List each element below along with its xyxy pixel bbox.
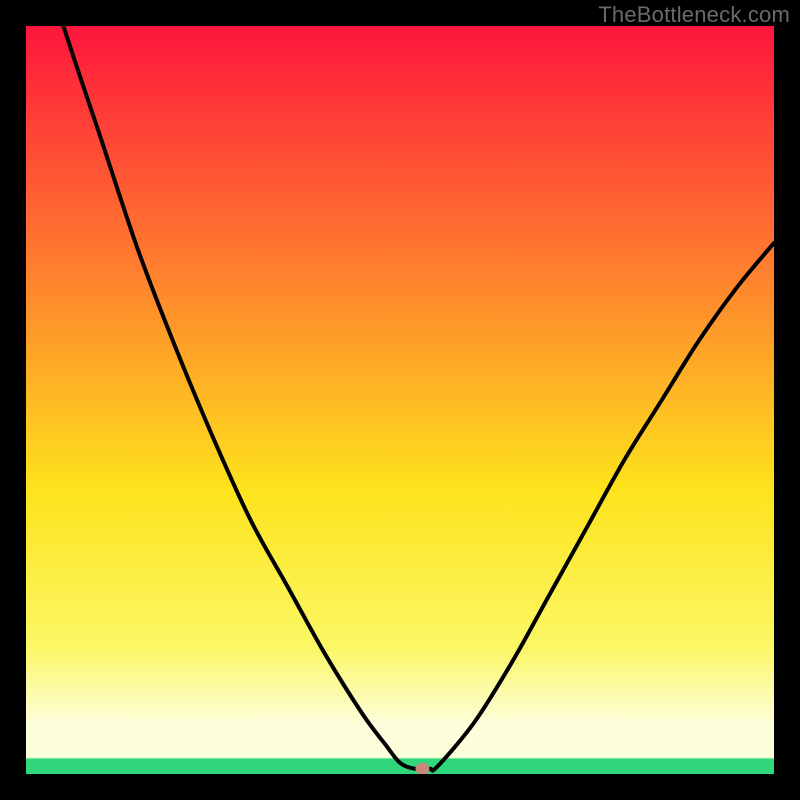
plot-area [26,26,774,774]
watermark-text: TheBottleneck.com [598,2,790,28]
chart-svg [26,26,774,774]
chart-frame: TheBottleneck.com [0,0,800,800]
